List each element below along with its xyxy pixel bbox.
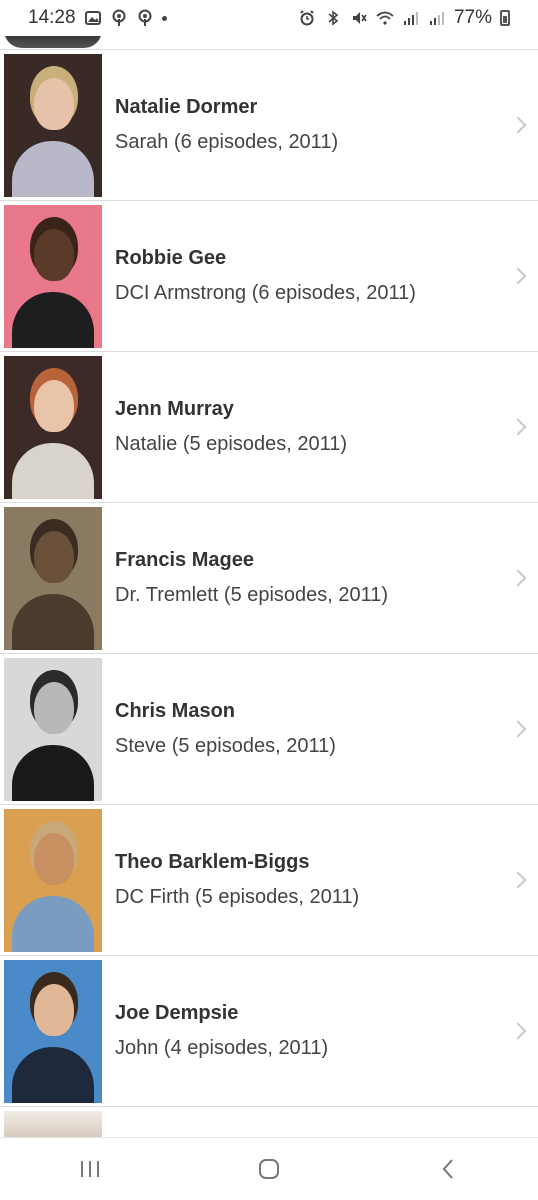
cast-list-item[interactable]: Natalie Dormer Sarah (6 episodes, 2011) [0, 50, 538, 201]
cast-list-item[interactable]: Francis Magee Dr. Tremlett (5 episodes, 2… [0, 503, 538, 654]
battery-percent: 77% [453, 7, 492, 28]
character-role: DC Firth (5 episodes, 2011) [115, 886, 360, 908]
actor-photo [4, 53, 102, 197]
actor-photo [4, 204, 102, 348]
character-role: Dr. Tremlett (5 episodes, 2011) [115, 584, 389, 606]
actor-photo [4, 657, 102, 801]
character-role: John (4 episodes, 2011) [115, 1037, 329, 1059]
character-role: Natalie (5 episodes, 2011) [115, 433, 347, 455]
character-role: Steve (5 episodes, 2011) [115, 735, 336, 757]
cast-info: Jenn Murray Natalie (5 episodes, 2011) [115, 398, 538, 456]
cast-info: Theo Barklem-Biggs DC Firth (5 episodes, … [115, 851, 538, 909]
status-time: 14:28 [28, 7, 76, 28]
cast-list-item[interactable]: Robbie Gee DCI Armstrong (6 episodes, 201… [0, 201, 538, 352]
cast-list[interactable]: Natalie Dormer Sarah (6 episodes, 2011) Ro… [0, 36, 538, 1138]
actor-name: Robbie Gee [115, 247, 227, 269]
actor-photo [4, 808, 102, 952]
actor-name: Chris Mason [115, 700, 236, 722]
actor-photo [4, 355, 102, 499]
status-left: 14:28 [28, 7, 167, 29]
podcast-icon [136, 9, 154, 27]
actor-photo [4, 36, 102, 48]
gallery-icon [84, 9, 102, 27]
list-item-partial [0, 1107, 538, 1137]
back-button[interactable] [418, 1149, 478, 1189]
navigation-bar [0, 1137, 538, 1200]
cast-info: Francis Magee Dr. Tremlett (5 episodes, 2… [115, 549, 538, 607]
cast-info: Natalie Dormer Sarah (6 episodes, 2011) [115, 96, 538, 154]
actor-photo [4, 506, 102, 650]
mute-icon [350, 9, 368, 27]
list-item-partial [0, 36, 538, 50]
podcast-icon [110, 9, 128, 27]
battery-icon [500, 10, 510, 26]
actor-photo [4, 1111, 102, 1137]
signal-icon [402, 9, 420, 27]
cast-list-item[interactable]: Jenn Murray Natalie (5 episodes, 2011) [0, 352, 538, 503]
cast-rows: Natalie Dormer Sarah (6 episodes, 2011) Ro… [0, 50, 538, 1107]
actor-name: Theo Barklem-Biggs [115, 851, 310, 873]
alarm-icon [298, 9, 316, 27]
cast-list-item[interactable]: Chris Mason Steve (5 episodes, 2011) [0, 654, 538, 805]
cast-info: Robbie Gee DCI Armstrong (6 episodes, 201… [115, 247, 538, 305]
actor-name: Jenn Murray [115, 398, 234, 420]
actor-name: Natalie Dormer [115, 96, 258, 118]
status-bar: 14:28 77% [0, 0, 538, 36]
status-right: 77% [298, 7, 510, 29]
signal-icon [428, 9, 446, 27]
home-icon [258, 1159, 279, 1179]
recent-apps-button[interactable] [60, 1149, 120, 1189]
cast-info: Chris Mason Steve (5 episodes, 2011) [115, 700, 538, 758]
cast-list-item[interactable]: Joe Dempsie John (4 episodes, 2011) [0, 956, 538, 1107]
home-button[interactable] [239, 1149, 299, 1189]
recent-apps-icon [80, 1161, 99, 1177]
wifi-icon [376, 9, 394, 27]
character-role: DCI Armstrong (6 episodes, 2011) [115, 282, 416, 304]
cast-info: Joe Dempsie John (4 episodes, 2011) [115, 1002, 538, 1060]
back-icon [442, 1159, 454, 1179]
cast-list-item[interactable]: Theo Barklem-Biggs DC Firth (5 episodes, … [0, 805, 538, 956]
actor-name: Francis Magee [115, 549, 254, 571]
notification-dot-icon [161, 15, 167, 21]
actor-photo [4, 959, 102, 1103]
actor-name: Joe Dempsie [115, 1002, 239, 1024]
bluetooth-icon [324, 9, 342, 27]
character-role: Sarah (6 episodes, 2011) [115, 131, 339, 153]
